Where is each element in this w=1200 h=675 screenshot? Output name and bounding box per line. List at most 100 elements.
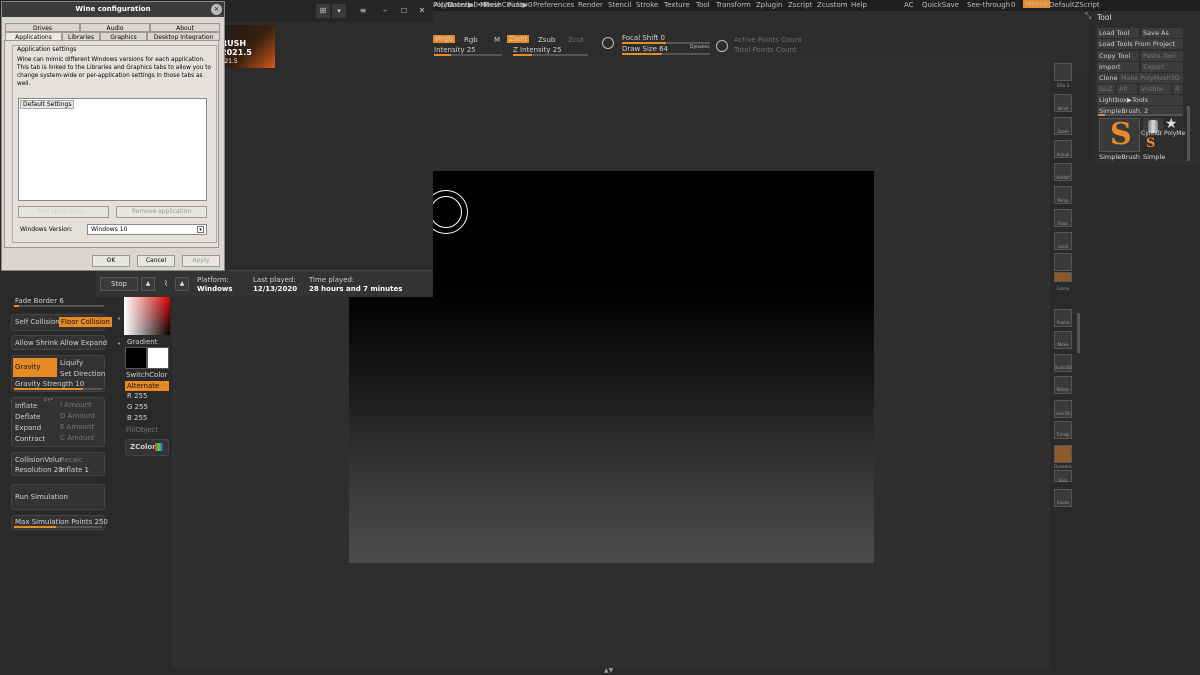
menu-texture[interactable]: Texture [664,1,690,9]
tool-palette-scrollbar[interactable] [1187,106,1190,161]
menu-movie[interactable]: Movie [480,1,501,9]
make-polymesh-button[interactable]: Make PolyMesh3D [1119,73,1183,83]
d-amount-slider[interactable]: D Amount [60,412,95,420]
menu-zscript[interactable]: Zscript [788,1,812,9]
close-window-icon[interactable]: ✕ [415,4,429,18]
red-slider[interactable]: R 255 [127,392,147,400]
menus-toggle[interactable]: Menus [1023,0,1050,8]
expand-left-arrow-icon[interactable]: ◂ [117,315,120,322]
draw-size-slider[interactable]: Draw Size 64 [622,45,668,53]
default-zscript-button[interactable]: DefaultZScript [1049,1,1100,9]
set-direction-button[interactable]: Set Direction [60,370,105,378]
allow-shrink-button[interactable]: Allow Shrink [15,339,58,347]
tab-audio[interactable]: Audio [80,23,150,32]
draw-size-dial-icon[interactable] [716,40,728,52]
copy-tool-button[interactable]: Copy Tool [1097,51,1139,61]
fade-border-slider[interactable]: Fade Border 6 [15,297,64,305]
inflate-axis-xyz[interactable]: ᵡ ʸ ᶻ [44,398,53,404]
hamburger-menu-icon[interactable]: ≡ [356,4,370,18]
load-tool-button[interactable]: Load Tool [1097,28,1139,38]
spix-label[interactable]: SPix 3 [1052,83,1074,88]
draw-size-track[interactable] [622,53,710,55]
liquify-button[interactable]: Liquify [60,359,83,367]
focal-shift-track[interactable] [622,42,710,44]
minimize-icon[interactable]: – [378,4,392,18]
game-options-icon[interactable]: ⌇ [159,277,173,291]
i-amount-slider[interactable]: I Amount [60,401,92,409]
bottom-tray-arrow-icon[interactable]: ▲▼ [604,667,616,674]
gradient-button[interactable]: Gradient [127,338,157,346]
ok-button[interactable]: OK [92,255,130,267]
gravity-strength-slider[interactable]: Gravity Strength 10 [15,380,84,388]
wine-dialog-title[interactable]: Wine configuration [2,2,224,17]
gravity-button[interactable]: Gravity [13,358,57,377]
ac-button[interactable]: AC [904,1,914,9]
dynamic-label[interactable]: Dynamic [690,45,710,50]
apply-button[interactable]: Apply [182,255,220,267]
menu-transform[interactable]: Transform [716,1,751,9]
z-intensity-slider[interactable]: Z Intensity 25 [513,46,562,54]
menu-zplugin[interactable]: Zplugin [756,1,782,9]
remove-application-button[interactable]: Remove application [116,206,207,218]
grid-view-icon[interactable]: ⊞ [316,4,330,18]
floor-collision-button[interactable]: Floor Collision [59,317,112,327]
export-button[interactable]: Export [1141,62,1183,72]
max-sim-points-track[interactable] [14,526,102,528]
menu-material[interactable]: Material [447,1,475,9]
zadd-button[interactable]: Zadd [507,35,529,43]
rgb-intensity-slider[interactable]: Intensity 25 [434,46,476,54]
green-slider[interactable]: G 255 [127,403,148,411]
simplebrush-thumbnail[interactable]: S [1099,117,1140,152]
secondary-color-swatch[interactable] [147,347,169,369]
menu-preferences[interactable]: Preferences [533,1,574,9]
maximize-icon[interactable]: ☐ [397,4,411,18]
lightbox-tools-button[interactable]: Lightbox▶Tools [1097,95,1183,105]
expand-button[interactable]: Expand [15,424,41,432]
close-icon[interactable]: × [211,4,222,15]
default-settings-item[interactable]: Default Settings [20,100,75,109]
goz-button[interactable]: GoZ [1097,84,1115,94]
game-launch-up-icon[interactable]: ▲ [175,277,189,291]
seethrough-slider[interactable]: See-through [967,1,1010,9]
m-button[interactable]: M [494,36,500,44]
rgb-button[interactable]: Rgb [464,36,478,44]
focal-shift-dial-icon[interactable] [602,37,614,49]
load-tools-from-project-button[interactable]: Load Tools From Project [1097,39,1183,49]
gizmo-toggle[interactable] [1054,272,1072,282]
right-shelf-scrollbar[interactable] [1077,313,1080,353]
resolution-slider[interactable]: Resolution 20 [15,466,63,474]
mrgb-button[interactable]: Mrgb [433,35,455,43]
lock-icon[interactable] [1054,253,1072,271]
alternate-button[interactable]: Alternate [125,381,169,391]
collision-volume-button[interactable]: CollisionVolur [15,456,62,464]
bpr-render-icon[interactable] [1054,63,1072,81]
c-amount-slider[interactable]: C Amount [60,434,95,442]
cancel-button[interactable]: Cancel [137,255,175,267]
allow-expand-button[interactable]: Allow Expand [60,339,107,347]
goz-visible-button[interactable]: Visible [1139,84,1171,94]
main-color-swatch[interactable] [125,347,147,369]
goz-r-button[interactable]: R [1173,84,1183,94]
import-button[interactable]: Import [1097,62,1139,72]
contract-button[interactable]: Contract [15,435,45,443]
inflate-button[interactable]: Inflate [15,402,37,410]
menu-picker[interactable]: Picker [507,1,528,9]
gravity-strength-track[interactable] [14,388,102,390]
tool-palette-title[interactable]: Tool [1097,13,1112,22]
recalc-button[interactable]: Recalc [60,456,83,464]
deflate-button[interactable]: Deflate [15,413,40,421]
view-dropdown-icon[interactable]: ▾ [332,4,346,18]
tab-about[interactable]: About [150,23,220,32]
paste-tool-button[interactable]: Paste Tool [1141,51,1183,61]
clone-button[interactable]: Clone [1097,73,1118,83]
menu-stencil[interactable]: Stencil [608,1,632,9]
dynamic-icon[interactable] [1054,445,1072,463]
tab-drives[interactable]: Drives [5,23,80,32]
zsub-button[interactable]: Zsub [538,36,555,44]
fill-object-button[interactable]: FillObject [126,426,158,434]
stop-button[interactable]: Stop [100,277,138,291]
simple-s-icon[interactable]: S [1146,136,1155,151]
fade-border-track[interactable] [14,305,104,307]
e-amount-slider[interactable]: E Amount [60,423,94,431]
switch-color-button[interactable]: SwitchColor [126,371,167,379]
